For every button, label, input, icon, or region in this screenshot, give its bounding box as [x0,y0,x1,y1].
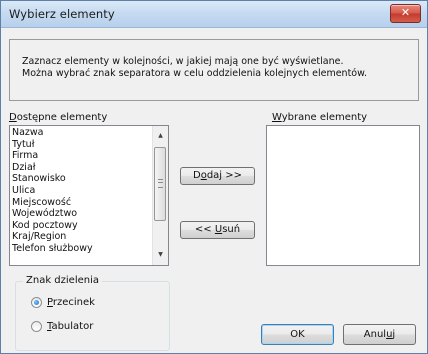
cancel-button[interactable]: Anuluj [343,324,416,345]
scrollbar-thumb[interactable] [154,147,166,221]
instructions-line-2: Można wybrać znak separatora w celu oddz… [22,68,368,79]
list-item[interactable]: Województwo [12,208,93,220]
available-items-list[interactable]: Nazwa Tytuł Firma Dział Stanowisko Ulica Miejs… [9,125,169,266]
ok-button[interactable]: OK [261,324,334,345]
list-item[interactable]: Dział [12,162,93,174]
separator-group [15,281,170,351]
scrollbar-grip-icon [158,179,163,188]
title-bar[interactable]: Wybierz elementy ✕ [1,1,427,28]
separator-group-title: Znak dzielenia [23,275,102,286]
close-icon: ✕ [400,6,411,19]
list-item[interactable]: Ulica [12,185,93,197]
remove-button[interactable]: << Usuń [180,221,255,239]
list-item[interactable]: Telefon służbowy [12,243,93,255]
selected-items-label: Wybrane elementy [272,112,368,123]
list-item[interactable]: Firma [12,150,93,162]
scroll-down-arrow-icon[interactable]: ▼ [153,247,168,263]
selected-items-list[interactable] [266,125,420,266]
scroll-up-arrow-icon[interactable]: ▲ [153,128,168,144]
instructions-box: Zaznacz elementy w kolejności, w jakiej … [9,39,419,101]
available-list-scrollbar[interactable]: ▲ ▼ [152,126,168,265]
radio-comma-indicator[interactable] [31,297,42,308]
list-item[interactable]: Nazwa [12,127,93,139]
list-item[interactable]: Miejscowość [12,197,93,209]
available-items-label: Dostępne elementy [9,112,108,123]
add-button[interactable]: Dodaj >> [180,167,255,185]
window-title: Wybierz elementy [9,7,115,21]
list-item[interactable]: Kod pocztowy [12,220,93,232]
radio-tab-label: Tabulator [47,321,94,332]
list-item[interactable]: Stanowisko [12,173,93,185]
close-button[interactable]: ✕ [390,4,421,23]
radio-comma-label: Przecinek [47,297,95,308]
dialog-window: Wybierz elementy ✕ Zaznacz elementy w ko… [0,0,428,354]
radio-tab-indicator[interactable] [31,321,42,332]
list-item[interactable]: Tytuł [12,139,93,151]
available-items: Nazwa Tytuł Firma Dział Stanowisko Ulica Miejs… [12,127,93,255]
instructions-line-1: Zaznacz elementy w kolejności, w jakiej … [22,56,344,67]
list-item[interactable]: Kraj/Region [12,231,93,243]
